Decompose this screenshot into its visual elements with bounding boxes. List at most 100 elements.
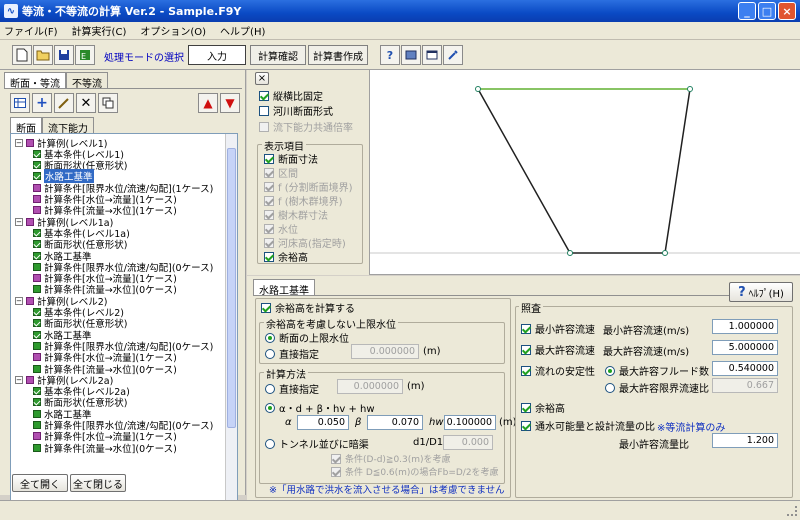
section-drawing-canvas[interactable] <box>369 70 800 275</box>
max-velocity-checkbox[interactable]: 最大許容流速 <box>521 342 595 357</box>
collapse-icon[interactable]: − <box>15 296 23 305</box>
move-down-icon[interactable]: ▼ <box>220 93 240 113</box>
tab-channel-criteria[interactable]: 水路工基準 <box>253 279 315 297</box>
min-velocity-label: 最小許容流速(m/s) <box>603 326 690 337</box>
collapse-icon[interactable]: − <box>15 375 23 384</box>
export-icon[interactable]: E <box>75 45 95 65</box>
menu-file[interactable]: ファイル(F) <box>4 23 58 38</box>
copy-icon[interactable] <box>98 93 118 113</box>
capacity-factor-checkbox[interactable]: 流下能力共通倍率 <box>259 119 353 134</box>
menu-help[interactable]: ヘルプ(H) <box>220 23 265 38</box>
new-file-icon[interactable] <box>12 45 32 65</box>
tab-section-uniform[interactable]: 断面・等流 <box>4 72 66 90</box>
collapse-icon[interactable]: − <box>15 138 23 147</box>
method-formula-radio[interactable]: α・d + β・hv + hw <box>265 400 375 415</box>
manual-book-icon[interactable] <box>401 45 421 65</box>
beta-label: β <box>355 417 362 428</box>
vertex-point[interactable] <box>662 250 668 256</box>
info-window-icon[interactable] <box>422 45 442 65</box>
collapse-icon[interactable]: − <box>15 217 23 226</box>
upper-direct-value-field[interactable]: 0.000000 <box>351 344 419 359</box>
method-direct-radio[interactable]: 直接指定 <box>265 381 319 396</box>
fixed-ratio-checkbox[interactable]: 縦横比固定 <box>259 88 323 103</box>
mode-input-button[interactable]: 入力 <box>188 45 246 65</box>
help-question-icon[interactable]: ? <box>380 45 400 65</box>
tree-node-item[interactable]: 計算条件[流量→水位](0ケース) <box>33 442 177 455</box>
cond1-checkbox[interactable]: 条件(D-d)≧0.3(m)を考慮 <box>331 452 451 465</box>
collapse-all-button[interactable]: 全て閉じる <box>70 474 126 492</box>
d1d-field[interactable]: 0.000 <box>443 435 493 450</box>
display-item-checkbox[interactable]: f (樹木群境界) <box>264 193 343 208</box>
close-pane-button[interactable]: × <box>255 72 269 85</box>
empty-case-icon <box>33 341 41 350</box>
calc-freeboard-checkbox[interactable]: 余裕高を計算する <box>261 300 355 315</box>
stability-checkbox[interactable]: 流れの安定性 <box>521 363 595 378</box>
mode-label: 処理モードの選択 <box>104 53 184 64</box>
tab-nonuniform[interactable]: 不等流 <box>66 72 108 90</box>
cond2-checkbox[interactable]: 条件 D≦0.6(m)の場合Fb=D/2を考慮 <box>331 465 499 478</box>
close-button[interactable]: × <box>778 2 796 20</box>
critical-ratio-field[interactable]: 0.667 <box>712 378 778 393</box>
method-tunnel-radio[interactable]: トンネル並びに暗渠 <box>265 436 369 451</box>
folder-square-icon <box>33 353 41 362</box>
resize-grip-icon[interactable] <box>787 506 797 516</box>
display-item-checkbox[interactable]: 区間 <box>264 165 298 180</box>
min-ratio-label: 最小許容流量比 <box>619 440 689 451</box>
tree-node-label: 計算条件[流量→水位](0ケース) <box>44 443 177 455</box>
move-up-icon[interactable]: ▲ <box>198 93 218 113</box>
critical-ratio-radio[interactable]: 最大許容限界流速比 <box>605 380 709 395</box>
maximize-button[interactable]: □ <box>758 2 776 20</box>
edit-pencil-icon[interactable] <box>54 93 74 113</box>
expand-all-button[interactable]: 全て開く <box>12 474 68 492</box>
tool-icon[interactable] <box>443 45 463 65</box>
display-item-checkbox[interactable]: f (分割断面境界) <box>264 179 353 194</box>
tree-view[interactable]: − 計算例(レベル1) 基本条件(レベル1) 断面形状(任意形状) 水路工基準 計算条件[… <box>10 133 238 519</box>
froude-field[interactable]: 0.540000 <box>712 361 778 376</box>
min-velocity-checkbox[interactable]: 最小許容流速 <box>521 321 595 336</box>
freeboard-checkbox[interactable]: 余裕高 <box>521 400 565 415</box>
tab-capacity[interactable]: 流下能力 <box>42 117 94 135</box>
hw-field[interactable]: 0.100000 <box>444 415 496 430</box>
display-item-checkbox[interactable]: 断面寸法 <box>264 151 318 166</box>
max-velocity-field[interactable]: 5.000000 <box>712 340 778 355</box>
vertex-point[interactable] <box>687 86 693 92</box>
folder-square-icon <box>33 206 41 215</box>
tab-section[interactable]: 断面 <box>10 117 42 135</box>
alpha-label: α <box>285 417 292 428</box>
max-velocity-label: 最大許容流速(m/s) <box>603 347 690 358</box>
mode-report-button[interactable]: 計算書作成 <box>308 45 368 65</box>
display-item-checkbox[interactable]: 河床高(指定時) <box>264 235 346 250</box>
upper-direct-radio[interactable]: 直接指定 <box>265 346 319 361</box>
menu-option[interactable]: オプション(O) <box>140 23 206 38</box>
alpha-field[interactable]: 0.050 <box>297 415 349 430</box>
display-item-checkbox[interactable]: 水位 <box>264 221 298 236</box>
froude-radio[interactable]: 最大許容フルード数 <box>605 363 709 378</box>
add-icon[interactable]: + <box>32 93 52 113</box>
display-item-checkbox[interactable]: 余裕高 <box>264 249 308 264</box>
upper-section-radio[interactable]: 断面の上限水位 <box>265 330 349 345</box>
folder-square-icon <box>33 183 41 192</box>
checked-item-icon <box>33 387 41 396</box>
note-text: ※「用水路で洪水を流入させる場合」は考慮できません <box>269 485 505 496</box>
vertex-point[interactable] <box>567 250 573 256</box>
minimize-button[interactable]: _ <box>738 2 756 20</box>
min-ratio-field[interactable]: 1.200 <box>712 433 778 448</box>
empty-case-icon <box>33 364 41 373</box>
table-icon[interactable] <box>10 93 30 113</box>
min-velocity-field[interactable]: 1.000000 <box>712 319 778 334</box>
save-icon[interactable] <box>54 45 74 65</box>
tree-vertical-scrollbar[interactable] <box>225 134 237 518</box>
menu-bar: ファイル(F) 計算実行(C) オプション(O) ヘルプ(H) <box>0 22 800 40</box>
beta-field[interactable]: 0.070 <box>367 415 423 430</box>
help-button[interactable]: ? ﾍﾙﾌﾟ(H) <box>729 282 793 302</box>
open-folder-icon[interactable] <box>33 45 53 65</box>
vertex-point[interactable] <box>475 86 481 92</box>
river-section-checkbox[interactable]: 河川断面形式 <box>259 103 333 118</box>
empty-case-icon <box>33 409 41 418</box>
flow-ratio-checkbox[interactable]: 通水可能量と設計流量の比 <box>521 418 655 433</box>
delete-icon[interactable]: ✕ <box>76 93 96 113</box>
method-direct-value-field[interactable]: 0.000000 <box>337 379 403 394</box>
mode-check-button[interactable]: 計算確認 <box>250 45 306 65</box>
display-item-checkbox[interactable]: 樹木群寸法 <box>264 207 328 222</box>
menu-calc[interactable]: 計算実行(C) <box>72 23 127 38</box>
